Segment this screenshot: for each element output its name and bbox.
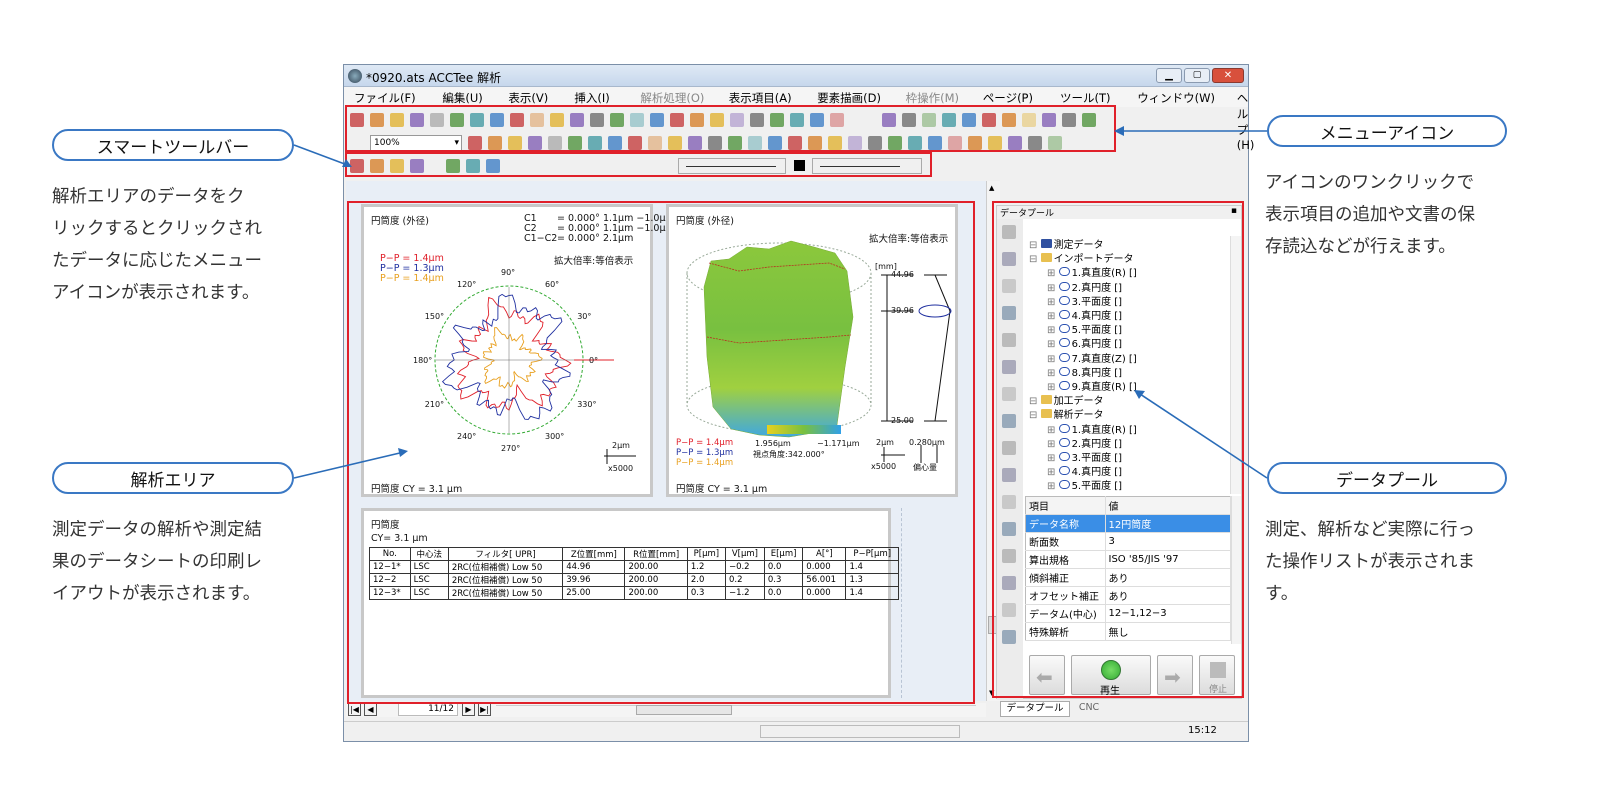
- menu-item[interactable]: ページ(P): [983, 90, 1033, 106]
- desc-line: す。: [1265, 584, 1299, 604]
- tab-datapool[interactable]: データプール: [1000, 701, 1070, 717]
- desc-line: 果のデータシートの印刷レ: [52, 552, 262, 572]
- menu-item[interactable]: ウィンドウ(W): [1137, 90, 1215, 106]
- desc-line: アイコンのワンクリックで: [1265, 173, 1475, 193]
- minimize-button[interactable]: ▁: [1156, 68, 1182, 83]
- desc-line: たデータに応じたメニュー: [52, 251, 262, 271]
- close-button[interactable]: ✕: [1212, 68, 1244, 83]
- title-bar: *0920.ats ACCTee 解析 ▁ ▢ ✕: [344, 65, 1248, 87]
- data-pool-desc: 測定、解析など実際に行っ た操作リストが表示されま す。: [1265, 514, 1475, 610]
- menu-item[interactable]: ファイル(F): [354, 90, 416, 106]
- menu-item[interactable]: ヘルプ(H): [1237, 90, 1255, 152]
- data-pool-highlight: [992, 201, 1244, 698]
- smart-toolbar-connector: [293, 144, 351, 167]
- figure: スマートツールバー 解析エリアのデータをク リックするとクリックされ たデータに…: [0, 0, 1600, 803]
- desc-line: 存読込などが行えます。: [1265, 237, 1456, 257]
- desc-line: 測定データの解析や測定結: [52, 520, 262, 540]
- horizontal-scrollbar[interactable]: [496, 705, 976, 715]
- prev-page-button[interactable]: ◀: [364, 703, 377, 716]
- desc-line: リックするとクリックされ: [52, 219, 262, 239]
- desc-line: 解析エリアのデータをク: [52, 187, 245, 207]
- analysis-area-callout: 解析エリア: [52, 462, 294, 494]
- desc-line: た操作リストが表示されま: [1265, 552, 1475, 572]
- last-page-button[interactable]: ▶|: [478, 703, 491, 716]
- page-navigator: |◀ ◀ 11/12 ▶ ▶|: [346, 703, 986, 717]
- menu-icon-callout: メニューアイコン: [1267, 115, 1507, 147]
- menu-item[interactable]: ツール(T): [1060, 90, 1111, 106]
- menu-item[interactable]: 挿入(I): [574, 90, 609, 106]
- menu-item[interactable]: 解析処理(O): [640, 90, 704, 106]
- smart-toolbar-callout: スマートツールバー: [52, 129, 294, 161]
- status-time: 15:12: [1188, 725, 1217, 736]
- callout-title: メニューアイコン: [1319, 123, 1455, 144]
- smart-toolbar-desc: 解析エリアのデータをク リックするとクリックされ たデータに応じたメニュー アイ…: [52, 181, 262, 309]
- smart-toolbar-highlight: [345, 152, 932, 177]
- menu-icon-desc: アイコンのワンクリックで 表示項目の追加や文書の保 存読込などが行えます。: [1265, 167, 1475, 263]
- menu-item[interactable]: 枠操作(M): [906, 90, 959, 106]
- callout-title: データプール: [1336, 470, 1438, 491]
- maximize-button[interactable]: ▢: [1184, 68, 1210, 83]
- desc-line: アイコンが表示されます。: [52, 283, 260, 303]
- analysis-area-desc: 測定データの解析や測定結 果のデータシートの印刷レ イアウトが表示されます。: [52, 514, 262, 610]
- desc-line: 表示項目の追加や文書の保: [1265, 205, 1475, 225]
- menu-icon-highlight: [345, 105, 1116, 152]
- desc-line: 測定、解析など実際に行っ: [1265, 520, 1475, 540]
- h-scroll-thumb[interactable]: [636, 705, 732, 715]
- menu-item[interactable]: 編集(U): [442, 90, 482, 106]
- desc-line: イアウトが表示されます。: [52, 584, 261, 604]
- tab-cnc[interactable]: CNC: [1072, 701, 1106, 717]
- menu-item[interactable]: 要素描画(D): [817, 90, 881, 106]
- data-pool-callout: データプール: [1267, 462, 1507, 494]
- first-page-button[interactable]: |◀: [348, 703, 361, 716]
- menu-bar: ファイル(F) 編集(U) 表示(V) 挿入(I) 解析処理(O) 表示項目(A) 要素描画…: [344, 87, 1254, 152]
- page-number[interactable]: 11/12: [398, 703, 458, 716]
- menu-item[interactable]: 表示項目(A): [729, 90, 792, 106]
- app-icon: [348, 69, 362, 83]
- next-page-button[interactable]: ▶: [462, 703, 475, 716]
- analysis-area-highlight: [347, 201, 975, 704]
- scroll-up-icon[interactable]: ▲: [989, 184, 994, 192]
- callout-title: スマートツールバー: [96, 137, 250, 158]
- callout-title: 解析エリア: [130, 470, 216, 491]
- window-title: *0920.ats ACCTee 解析: [366, 71, 502, 85]
- menu-item[interactable]: 表示(V): [508, 90, 548, 106]
- status-bar: 15:12: [344, 721, 1248, 741]
- progress-field: [760, 725, 960, 738]
